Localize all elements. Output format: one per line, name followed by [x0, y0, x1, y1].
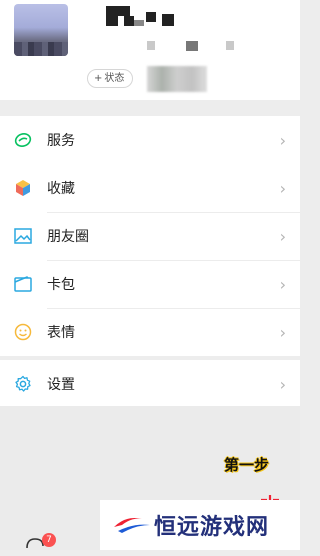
avatar[interactable] — [14, 4, 68, 56]
menu-item-stickers[interactable]: 表情 › — [0, 308, 300, 356]
nickname-pixelated — [106, 4, 176, 28]
menu-item-settings[interactable]: 设置 › — [0, 360, 300, 408]
status-button[interactable]: + 状态 — [87, 69, 134, 88]
gear-icon — [13, 374, 33, 394]
chevron-right-icon: › — [279, 374, 286, 394]
step-annotation: 第一步 — [224, 456, 270, 474]
features-group: 收藏 › 朋友圈 › 卡包 › 表情 › — [0, 164, 300, 356]
chevron-right-icon: › — [279, 322, 286, 342]
services-group: 服务 › — [0, 116, 300, 164]
profile-header[interactable]: + 状态 — [0, 0, 300, 100]
watermark: 恒远游戏网 — [100, 500, 300, 550]
menu-item-label: 卡包 — [47, 277, 75, 293]
menu-item-label: 收藏 — [47, 181, 75, 197]
image-icon — [13, 226, 33, 246]
friends-status-preview[interactable] — [147, 66, 207, 92]
menu-item-moments[interactable]: 朋友圈 › — [0, 212, 300, 260]
chevron-right-icon: › — [279, 226, 286, 246]
services-icon — [13, 130, 33, 150]
menu-item-label: 朋友圈 — [47, 229, 89, 245]
smile-icon — [13, 322, 33, 342]
chevron-right-icon: › — [279, 274, 286, 294]
settings-group: 设置 › — [0, 360, 300, 408]
menu-item-services[interactable]: 服务 › — [0, 116, 300, 164]
watermark-logo-icon — [112, 513, 152, 537]
menu-item-label: 服务 — [47, 133, 75, 149]
menu-item-favorites[interactable]: 收藏 › — [0, 164, 300, 212]
menu-item-cards[interactable]: 卡包 › — [0, 260, 300, 308]
cube-icon — [13, 178, 33, 198]
menu-item-label: 设置 — [47, 377, 75, 393]
chevron-right-icon: › — [279, 178, 286, 198]
chevron-right-icon: › — [279, 130, 286, 150]
card-wallet-icon — [13, 274, 33, 294]
menu-item-label: 表情 — [47, 325, 75, 341]
watermark-text: 恒远游戏网 — [154, 514, 270, 540]
unread-badge: 7 — [42, 533, 56, 547]
